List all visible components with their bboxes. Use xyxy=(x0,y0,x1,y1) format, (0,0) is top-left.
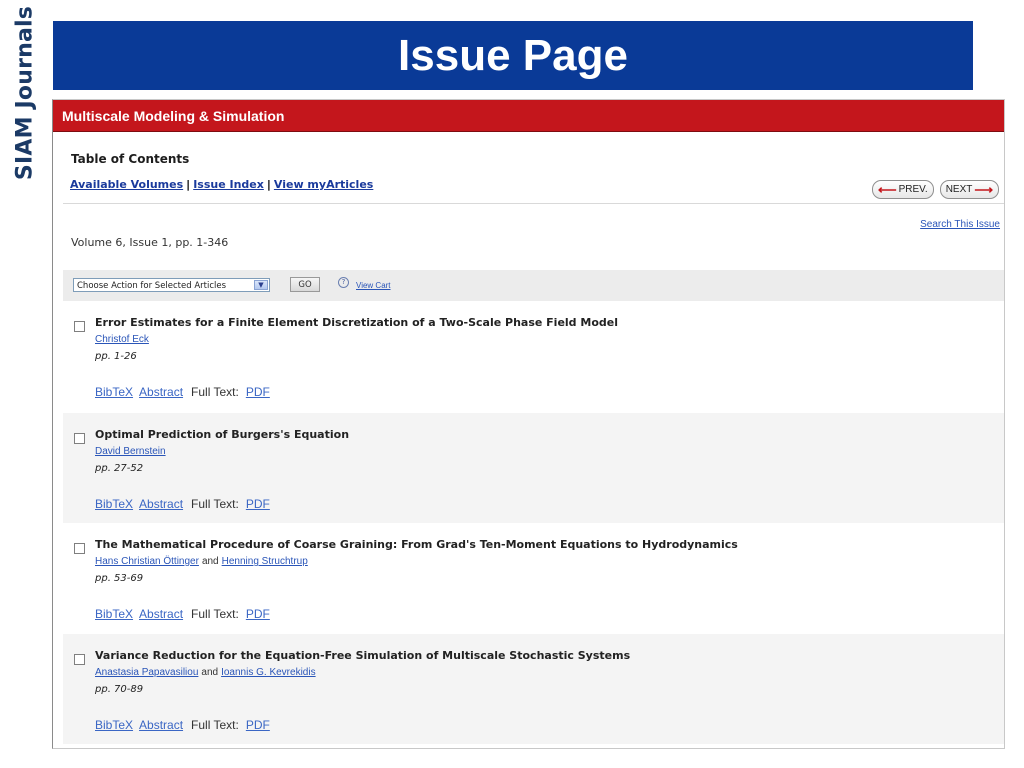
volume-info: Volume 6, Issue 1, pp. 1-346 xyxy=(71,236,229,249)
journal-page-frame: Multiscale Modeling & Simulation Table o… xyxy=(52,99,1005,749)
nav-separator: | xyxy=(186,178,191,191)
article-row: The Mathematical Procedure of Coarse Gra… xyxy=(63,523,1004,633)
issue-pager: ⟵ PREV. NEXT ⟶ xyxy=(871,180,999,199)
divider xyxy=(63,203,1004,204)
author-link[interactable]: Anastasia Papavasiliou xyxy=(95,667,198,678)
article-pages: pp. 1-26 xyxy=(95,351,137,362)
bibtex-link[interactable]: BibTeX xyxy=(95,718,133,732)
pdf-link[interactable]: PDF xyxy=(246,385,270,399)
go-button[interactable]: GO xyxy=(290,277,320,292)
action-select-value: Choose Action for Selected Articles xyxy=(77,281,227,291)
bibtex-link[interactable]: BibTeX xyxy=(95,497,133,511)
article-pages: pp. 70-89 xyxy=(95,684,144,695)
author-joiner: and xyxy=(201,556,219,567)
abstract-link[interactable]: Abstract xyxy=(139,497,183,511)
author-link[interactable]: Hans Christian Öttinger xyxy=(95,556,199,567)
article-pages: pp. 27-52 xyxy=(95,463,144,474)
full-text-label: Full Text: xyxy=(191,718,239,732)
article-select-checkbox[interactable] xyxy=(74,433,85,444)
article-links: BibTeX Abstract Full Text: PDF xyxy=(95,385,270,399)
article-select-checkbox[interactable] xyxy=(74,543,85,554)
full-text-label: Full Text: xyxy=(191,607,239,621)
action-bar: Choose Action for Selected Articles ▼ GO… xyxy=(63,270,1004,301)
next-label: NEXT xyxy=(945,184,973,195)
abstract-link[interactable]: Abstract xyxy=(139,607,183,621)
article-action-select[interactable]: Choose Action for Selected Articles ▼ xyxy=(73,278,270,292)
toc-heading: Table of Contents xyxy=(71,152,190,166)
article-row: Variance Reduction for the Equation-Free… xyxy=(63,634,1004,744)
right-arrow-icon: ⟶ xyxy=(974,181,993,197)
article-select-checkbox[interactable] xyxy=(74,321,85,332)
toc-nav: Available Volumes | Issue Index | View myArt… xyxy=(70,178,373,191)
page-banner: Issue Page xyxy=(53,21,973,90)
nav-separator: | xyxy=(266,178,271,191)
full-text-label: Full Text: xyxy=(191,497,239,511)
left-arrow-icon: ⟵ xyxy=(877,181,897,197)
article-pages: pp. 53-69 xyxy=(95,573,144,584)
bibtex-link[interactable]: BibTeX xyxy=(95,385,133,399)
abstract-link[interactable]: Abstract xyxy=(139,385,183,399)
view-myarticles-link[interactable]: View myArticles xyxy=(274,178,373,191)
prev-issue-button[interactable]: ⟵ PREV. xyxy=(871,180,934,199)
pdf-link[interactable]: PDF xyxy=(246,607,270,621)
author-link[interactable]: David Bernstein xyxy=(95,446,166,457)
article-row: Error Estimates for a Finite Element Dis… xyxy=(63,301,1004,411)
next-issue-button[interactable]: NEXT ⟶ xyxy=(939,180,999,199)
issue-index-link[interactable]: Issue Index xyxy=(193,178,264,191)
article-title: Optimal Prediction of Burgers's Equation xyxy=(95,428,350,441)
article-authors: Christof Eck xyxy=(95,334,149,345)
pdf-link[interactable]: PDF xyxy=(246,497,270,511)
article-authors: David Bernstein xyxy=(95,446,166,457)
article-links: BibTeX Abstract Full Text: PDF xyxy=(95,607,270,621)
journal-name-bar: Multiscale Modeling & Simulation xyxy=(53,100,1004,132)
available-volumes-link[interactable]: Available Volumes xyxy=(70,178,183,191)
article-row: Optimal Prediction of Burgers's Equation… xyxy=(63,413,1004,523)
abstract-link[interactable]: Abstract xyxy=(139,718,183,732)
pdf-link[interactable]: PDF xyxy=(246,718,270,732)
author-link[interactable]: Henning Struchtrup xyxy=(222,556,308,567)
article-select-checkbox[interactable] xyxy=(74,654,85,665)
article-title: Error Estimates for a Finite Element Dis… xyxy=(95,316,618,329)
help-icon[interactable]: ? xyxy=(338,277,349,288)
article-links: BibTeX Abstract Full Text: PDF xyxy=(95,497,270,511)
article-title: The Mathematical Procedure of Coarse Gra… xyxy=(95,538,738,551)
article-links: BibTeX Abstract Full Text: PDF xyxy=(95,718,270,732)
bibtex-link[interactable]: BibTeX xyxy=(95,607,133,621)
search-this-issue-link[interactable]: Search This Issue xyxy=(920,219,1000,230)
author-joiner: and xyxy=(201,667,219,678)
article-authors: Anastasia Papavasiliou and Ioannis G. Kevr… xyxy=(95,667,316,678)
side-title-text: SIAM Journals xyxy=(12,5,38,181)
siam-journals-logo: SIAM Journals xyxy=(6,4,44,182)
prev-label: PREV. xyxy=(898,184,928,195)
view-cart-link[interactable]: View Cart xyxy=(356,281,391,290)
full-text-label: Full Text: xyxy=(191,385,239,399)
article-title: Variance Reduction for the Equation-Free… xyxy=(95,649,631,662)
author-link[interactable]: Ioannis G. Kevrekidis xyxy=(221,667,316,678)
article-authors: Hans Christian Öttinger and Henning Struch… xyxy=(95,556,308,567)
chevron-down-icon[interactable]: ▼ xyxy=(254,280,268,290)
author-link[interactable]: Christof Eck xyxy=(95,334,149,345)
